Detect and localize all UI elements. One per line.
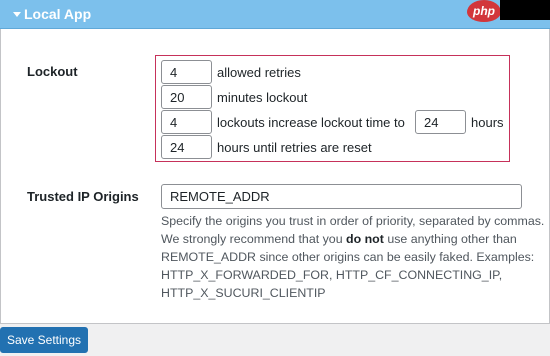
allowed-retries-text: allowed retries — [217, 65, 301, 80]
minutes-lockout-text: minutes lockout — [217, 90, 308, 105]
save-settings-button[interactable]: Save Settings — [0, 327, 88, 353]
lockouts-increase-input[interactable] — [161, 110, 212, 134]
trusted-ip-label: Trusted IP Origins — [27, 189, 139, 204]
minutes-lockout-input[interactable] — [161, 85, 212, 109]
reset-hours-text: hours until retries are reset — [217, 140, 372, 155]
trusted-ip-input[interactable] — [161, 184, 522, 209]
caret-down-icon[interactable] — [13, 12, 21, 17]
section-title: Local App — [24, 6, 92, 22]
allowed-retries-input[interactable] — [161, 60, 212, 84]
corner-overlay — [500, 0, 550, 20]
reset-hours-input[interactable] — [161, 135, 212, 159]
do-not-emphasis: do not — [346, 232, 384, 246]
php-logo: php — [467, 0, 501, 22]
trusted-ip-description: Specify the origins you trust in order o… — [161, 214, 545, 300]
increase-hours-text: hours — [471, 115, 504, 130]
lockouts-increase-text: lockouts increase lockout time to — [217, 115, 405, 130]
lockout-label: Lockout — [27, 64, 78, 79]
increase-hours-input[interactable] — [415, 110, 466, 134]
